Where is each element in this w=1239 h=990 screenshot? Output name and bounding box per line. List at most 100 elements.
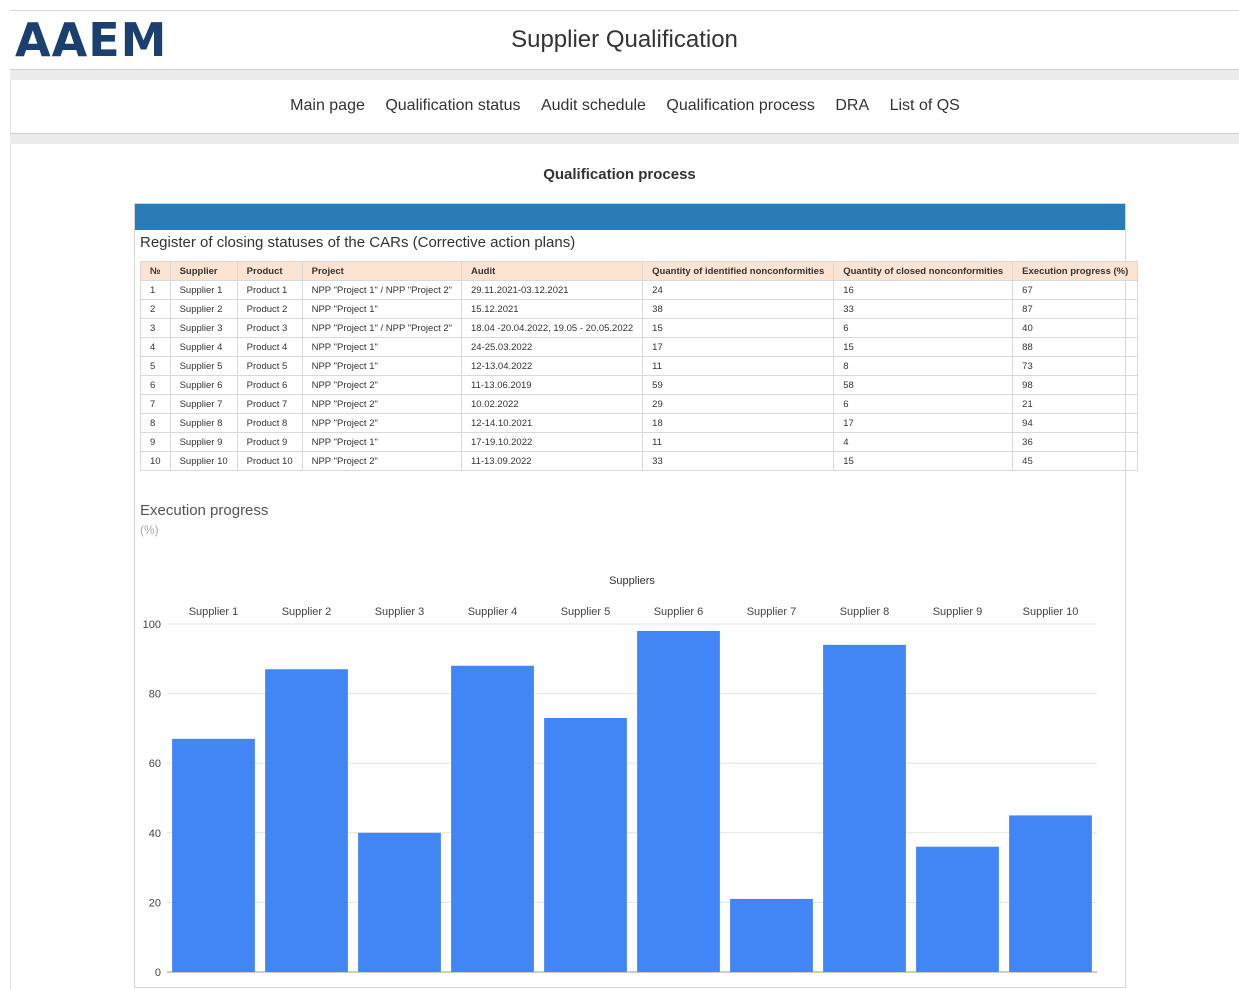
x-tick-label: Supplier 1 <box>189 606 239 618</box>
table-cell: 10 <box>140 451 171 471</box>
bar[interactable] <box>637 630 720 972</box>
x-axis-title: Suppliers <box>609 575 655 587</box>
app-header: AAEM Supplier Qualification <box>10 10 1239 70</box>
table-cell: Supplier 10 <box>169 451 238 471</box>
table-cell: 73 <box>1012 356 1139 376</box>
table-row[interactable]: 10 Supplier 10 Product 10 NPP "Project 2" 11… <box>140 451 1139 471</box>
bar[interactable] <box>1009 815 1092 972</box>
table-cell: NPP "Project 1" <box>301 299 463 319</box>
x-tick-label: Supplier 5 <box>561 606 611 618</box>
column-header[interactable]: Execution progress (%) <box>1012 261 1139 281</box>
table-cell: NPP "Project 1" / NPP "Project 2" <box>301 280 463 300</box>
table-row[interactable]: 6 Supplier 6 Product 6 NPP "Project 2" 11-13… <box>140 375 1139 395</box>
table-cell: Product 3 <box>236 318 303 338</box>
nav-qualification-process[interactable]: Qualification process <box>666 97 815 115</box>
bar[interactable] <box>358 832 441 972</box>
bar[interactable] <box>544 717 627 972</box>
table-cell: NPP "Project 2" <box>301 413 463 433</box>
column-header[interactable]: Audit <box>460 261 644 281</box>
table-cell: 4 <box>140 337 171 357</box>
table-cell: 29 <box>642 394 835 414</box>
table-cell: Product 2 <box>236 299 303 319</box>
register-title: Register of closing statuses of the CARs… <box>140 234 576 251</box>
table-row[interactable]: 1 Supplier 1 Product 1 NPP "Project 1" / NP… <box>140 280 1139 300</box>
table-cell: 87 <box>1012 299 1139 319</box>
nav-audit-schedule[interactable]: Audit schedule <box>541 97 646 115</box>
column-header[interactable]: Project <box>301 261 463 281</box>
table-cell: Product 10 <box>236 451 303 471</box>
bar[interactable] <box>265 669 348 972</box>
column-header[interactable]: Product <box>236 261 303 281</box>
table-cell: 94 <box>1012 413 1139 433</box>
table-cell: 15.12.2021 <box>460 299 644 319</box>
table-row[interactable]: 3 Supplier 3 Product 3 NPP "Project 1" / NP… <box>140 318 1139 338</box>
bar[interactable] <box>730 898 813 972</box>
bar[interactable] <box>916 846 999 972</box>
nav-qualification-status[interactable]: Qualification status <box>385 97 520 115</box>
table-cell: Supplier 5 <box>169 356 238 376</box>
table-cell: NPP "Project 2" <box>301 451 463 471</box>
table-cell: NPP "Project 1" <box>301 432 463 452</box>
nav-main-page[interactable]: Main page <box>290 97 365 115</box>
table-cell: 11 <box>642 356 835 376</box>
table-cell: Product 7 <box>236 394 303 414</box>
chart-unit: (%) <box>140 523 159 537</box>
table-cell: NPP "Project 2" <box>301 394 463 414</box>
x-tick-label: Supplier 9 <box>933 606 983 618</box>
table-cell: NPP "Project 2" <box>301 375 463 395</box>
table-cell: 15 <box>833 451 1014 471</box>
table-row[interactable]: 2 Supplier 2 Product 2 NPP "Project 1" 15.12… <box>140 299 1139 319</box>
table-cell: Product 9 <box>236 432 303 452</box>
table-row[interactable]: 7 Supplier 7 Product 7 NPP "Project 2" 10.02… <box>140 394 1139 414</box>
table-header-row: № Supplier Product Project Audit Quantit… <box>140 261 1139 281</box>
x-tick-label: Supplier 6 <box>654 606 704 618</box>
divider <box>10 134 1239 144</box>
column-header[interactable]: Supplier <box>169 261 238 281</box>
bar[interactable] <box>823 644 906 972</box>
table-cell: 16 <box>833 280 1014 300</box>
table-row[interactable]: 5 Supplier 5 Product 5 NPP "Project 1" 12-13… <box>140 356 1139 376</box>
y-tick-label: 100 <box>143 619 161 631</box>
register-table: № Supplier Product Project Audit Quantit… <box>140 261 1139 471</box>
table-cell: 12-13.04.2022 <box>460 356 644 376</box>
x-tick-label: Supplier 4 <box>468 606 518 618</box>
column-header[interactable]: Quantity of identified nonconformities <box>642 261 835 281</box>
report-panel: Register of closing statuses of the CARs… <box>134 203 1139 988</box>
table-cell: Product 1 <box>236 280 303 300</box>
table-cell: Supplier 3 <box>169 318 238 338</box>
table-row[interactable]: 4 Supplier 4 Product 4 NPP "Project 1" 24-25… <box>140 337 1139 357</box>
column-header[interactable]: № <box>140 261 171 281</box>
table-row[interactable]: 9 Supplier 9 Product 9 NPP "Project 1" 17-19… <box>140 432 1139 452</box>
table-row[interactable]: 8 Supplier 8 Product 8 NPP "Project 2" 12-14… <box>140 413 1139 433</box>
table-cell: NPP "Project 1" <box>301 337 463 357</box>
y-tick-label: 40 <box>149 828 161 840</box>
table-cell: 59 <box>642 375 835 395</box>
table-cell: 9 <box>140 432 171 452</box>
table-cell: Product 8 <box>236 413 303 433</box>
table-cell: 10.02.2022 <box>460 394 644 414</box>
x-tick-label: Supplier 2 <box>282 606 332 618</box>
table-cell: 58 <box>833 375 1014 395</box>
table-cell: 98 <box>1012 375 1139 395</box>
column-header[interactable]: Quantity of closed nonconformities <box>833 261 1014 281</box>
table-cell: 29.11.2021-03.12.2021 <box>460 280 644 300</box>
bar[interactable] <box>451 665 534 972</box>
table-cell: 17 <box>642 337 835 357</box>
x-tick-label: Supplier 7 <box>747 606 797 618</box>
nav-dra[interactable]: DRA <box>835 97 869 115</box>
table-cell: 18.04 -20.04.2022, 19.05 - 20.05.2022 <box>460 318 644 338</box>
nav-list-of-qs[interactable]: List of QS <box>890 97 960 115</box>
table-cell: Supplier 7 <box>169 394 238 414</box>
table-cell: 8 <box>833 356 1014 376</box>
table-cell: 15 <box>833 337 1014 357</box>
table-cell: 3 <box>140 318 171 338</box>
bar[interactable] <box>172 738 255 972</box>
table-cell: 11 <box>642 432 835 452</box>
table-cell: Supplier 8 <box>169 413 238 433</box>
main-nav: Main page Qualification status Audit sch… <box>10 80 1239 134</box>
table-cell: 6 <box>140 375 171 395</box>
x-tick-label: Supplier 8 <box>840 606 890 618</box>
table-cell: 11-13.09.2022 <box>460 451 644 471</box>
x-tick-label: Supplier 3 <box>375 606 425 618</box>
panel-header-bar <box>135 204 1125 230</box>
